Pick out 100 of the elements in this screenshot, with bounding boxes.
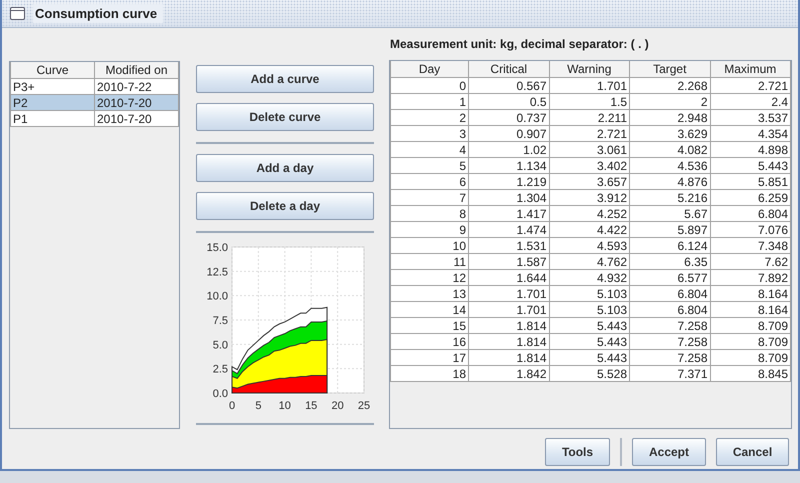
table-cell: 2 [390, 110, 468, 126]
table-cell: 1.304 [468, 190, 549, 206]
y-tick-label: 0.0 [212, 388, 228, 400]
table-cell: P1 [10, 110, 94, 127]
table-cell: 7.348 [710, 238, 790, 254]
table-cell: 5.443 [549, 350, 630, 366]
table-cell: 1.219 [468, 174, 549, 190]
table-cell: 5.67 [630, 206, 710, 222]
column-header[interactable]: Modified on [94, 62, 178, 79]
y-tick-label: 5.0 [212, 339, 228, 352]
x-tick-label: 10 [278, 400, 291, 412]
table-cell: 2010-7-20 [94, 94, 178, 111]
curve-row[interactable]: P2 2010-7-20 [10, 94, 178, 111]
table-cell: 5.897 [630, 222, 710, 238]
table-cell: 0.567 [468, 78, 549, 94]
accept-button[interactable]: Accept [632, 438, 706, 466]
table-cell: 7.892 [710, 270, 790, 286]
table-cell: 3.657 [549, 174, 630, 190]
table-cell: 3.402 [549, 158, 630, 174]
table-cell: 0 [390, 78, 468, 94]
delete-day-button[interactable]: Delete a day [196, 192, 374, 220]
table-cell: 4.536 [630, 158, 710, 174]
add-curve-button[interactable]: Add a curve [196, 65, 374, 94]
table-cell: 12 [390, 270, 468, 286]
table-cell: 5.103 [549, 286, 630, 302]
table-cell: 6.259 [710, 190, 790, 206]
table-cell: 6.804 [630, 302, 710, 318]
table-cell: 6.804 [710, 206, 790, 222]
x-tick-label: 20 [331, 400, 344, 412]
y-tick-label: 10.0 [206, 290, 228, 303]
table-cell: 8.709 [710, 318, 790, 334]
table-cell: 16 [390, 334, 468, 350]
table-cell: 4 [390, 142, 468, 158]
table-cell: 0.5 [468, 94, 549, 110]
table-cell: 1 [390, 94, 468, 110]
x-tick-label: 25 [358, 400, 370, 412]
table-cell: 4.252 [549, 206, 630, 222]
column-header[interactable]: Critical [468, 61, 549, 78]
table-cell: 4.932 [549, 270, 630, 286]
table-cell: 8 [390, 206, 468, 222]
table-cell: 1.02 [468, 142, 549, 158]
table-cell: 7.258 [630, 334, 710, 350]
table-cell: 1.587 [468, 254, 549, 270]
table-cell: 1.814 [468, 334, 549, 350]
table-cell: 15 [390, 318, 468, 334]
table-cell: 7.62 [710, 254, 790, 270]
table-cell: 3.537 [710, 110, 790, 126]
delete-curve-button[interactable]: Delete curve [196, 103, 374, 132]
table-cell: 1.814 [468, 350, 549, 366]
table-cell: 5.443 [549, 334, 630, 350]
table-cell: 2010-7-20 [94, 110, 178, 127]
table-cell: 4.876 [630, 174, 710, 190]
curve-row[interactable]: P3+ 2010-7-22 [10, 78, 178, 95]
table-cell: 1.644 [468, 270, 549, 286]
table-cell: 9 [390, 222, 468, 238]
table-cell: 18 [390, 366, 468, 382]
table-cell: 5.443 [710, 158, 790, 174]
table-cell: 2.4 [710, 94, 790, 110]
table-cell: 6.577 [630, 270, 710, 286]
table-cell: 14 [390, 302, 468, 318]
table-cell: 3.061 [549, 142, 630, 158]
table-cell: 11 [390, 254, 468, 270]
x-tick-label: 5 [255, 400, 262, 412]
table-cell: 17 [390, 350, 468, 366]
window-title: Consumption curve [33, 4, 164, 24]
table-cell: 2010-7-22 [94, 78, 178, 95]
cancel-button[interactable]: Cancel [716, 438, 789, 466]
table-cell: 2.268 [630, 78, 710, 94]
table-cell: 3.912 [549, 190, 630, 206]
table-cell: 6.124 [630, 238, 710, 254]
table-cell: 3.629 [630, 126, 710, 142]
table-cell: 6.804 [630, 286, 710, 302]
table-cell: 1.701 [549, 78, 630, 94]
table-cell: 5.528 [549, 366, 630, 382]
table-cell: 1.701 [468, 302, 549, 318]
y-tick-label: 12.5 [206, 266, 228, 278]
table-cell: 4.082 [630, 142, 710, 158]
table-cell: 1.842 [468, 366, 549, 382]
tools-button[interactable]: Tools [545, 438, 610, 466]
table-cell: 5.443 [549, 318, 630, 334]
column-header[interactable]: Curve [10, 62, 94, 79]
add-day-button[interactable]: Add a day [196, 154, 374, 182]
y-tick-label: 15.0 [206, 242, 228, 254]
table-cell: 1.531 [468, 238, 549, 254]
table-cell: 5.103 [549, 302, 630, 318]
table-cell: 7.076 [710, 222, 790, 238]
table-cell: 1.5 [549, 94, 630, 110]
column-header[interactable]: Day [390, 61, 468, 78]
table-cell: 5.851 [710, 174, 790, 190]
curve-row[interactable]: P1 2010-7-20 [10, 110, 178, 127]
table-cell: 4.354 [710, 126, 790, 142]
table-cell: 2.211 [549, 110, 630, 126]
table-cell: 8.709 [710, 350, 790, 366]
column-header[interactable]: Target [630, 61, 710, 78]
table-cell: 4.898 [710, 142, 790, 158]
table-cell: 7.371 [630, 366, 710, 382]
column-header[interactable]: Maximum [710, 61, 790, 78]
column-header[interactable]: Warning [549, 61, 630, 78]
table-cell: 5 [390, 158, 468, 174]
table-cell: 1.474 [468, 222, 549, 238]
